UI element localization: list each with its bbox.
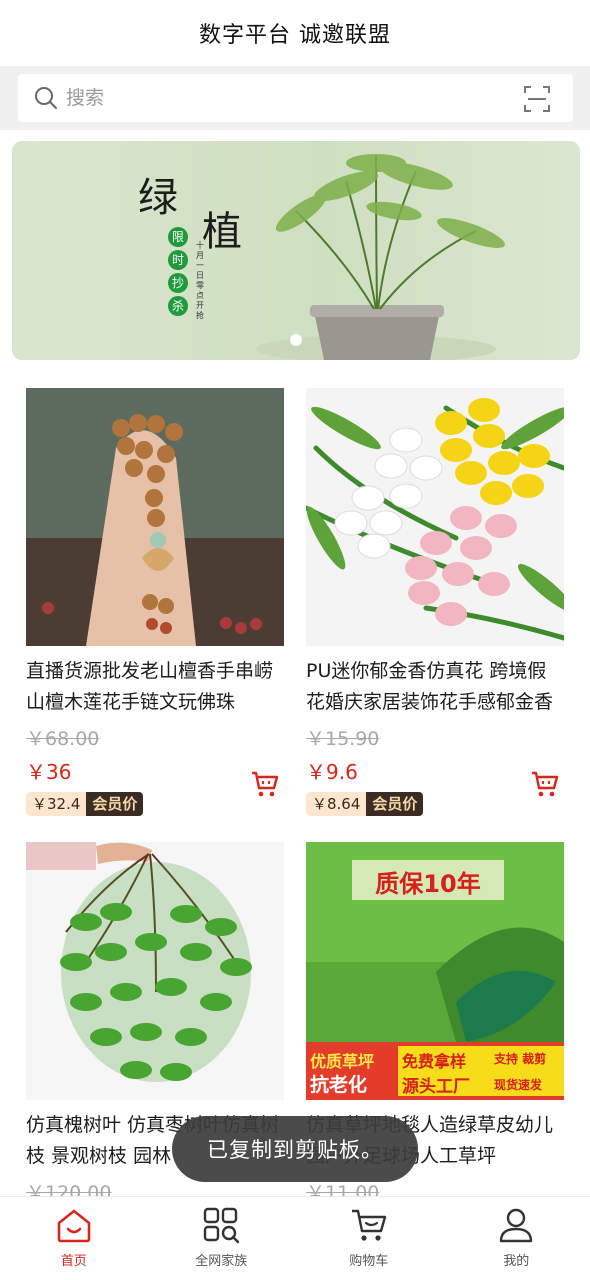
bottom-tab-bar: 首页 全网家族 购物车 我的: [0, 1196, 590, 1280]
original-price: ￥15.90: [306, 728, 380, 750]
tulip-image: [306, 388, 564, 646]
search-input[interactable]: [66, 82, 486, 114]
search-icon: [35, 87, 57, 109]
seal-char: 限: [168, 227, 188, 247]
member-price-label: 会员价: [86, 792, 144, 816]
image-text: 免费拿样: [402, 1052, 467, 1071]
carousel-indicator[interactable]: [290, 334, 302, 346]
banner-subtitle: 十月一日零点开抢: [196, 241, 204, 320]
banner-seal: 限 时 抄 杀: [168, 227, 190, 316]
cart-icon: [351, 1209, 386, 1241]
bracelet-image: [26, 388, 284, 646]
grid-search-icon: [204, 1207, 240, 1244]
tab-label: 购物车: [349, 1254, 389, 1269]
search-bar-container: [0, 66, 590, 130]
member-price-label: 会员价: [366, 792, 424, 816]
tab-cart[interactable]: 购物车: [295, 1197, 443, 1280]
image-text: 源头工厂: [402, 1077, 470, 1097]
sale-price: ￥36: [26, 760, 72, 784]
tab-profile[interactable]: 我的: [443, 1197, 590, 1280]
original-price: ￥68.00: [26, 728, 100, 750]
product-name: PU迷你郁金香仿真花 跨境假花婚庆家居装饰花手感郁金香: [306, 660, 554, 713]
member-price-value: ￥8.64: [306, 792, 367, 816]
tab-label: 首页: [60, 1254, 87, 1269]
seal-char: 时: [168, 250, 188, 270]
image-text: 优质草坪: [310, 1052, 375, 1071]
add-to-cart-icon[interactable]: [250, 770, 280, 798]
tab-label: 我的: [503, 1254, 530, 1269]
promo-banner[interactable]: 绿 植 限 时 抄 杀 十月一日零点开抢: [12, 141, 580, 360]
home-icon: [57, 1209, 91, 1243]
product-image[interactable]: [26, 388, 284, 646]
seal-char: 杀: [168, 296, 188, 316]
image-text: 现货速发: [494, 1078, 543, 1092]
image-text: 质保10年: [375, 870, 481, 898]
product-image[interactable]: [306, 388, 564, 646]
sale-price: ￥9.6: [306, 760, 358, 784]
tab-label: 全网家族: [195, 1254, 248, 1269]
product-image[interactable]: [26, 842, 284, 1100]
image-text: 支持 裁剪: [494, 1052, 547, 1066]
member-price-badge: ￥32.4 会员价: [26, 792, 144, 816]
scan-icon[interactable]: [523, 85, 551, 113]
user-icon: [500, 1208, 533, 1243]
page-title: 数字平台 诚邀联盟: [199, 23, 391, 48]
tab-network-family[interactable]: 全网家族: [148, 1197, 296, 1280]
toast-message: 已复制到剪贴板。: [172, 1116, 418, 1182]
tab-home[interactable]: 首页: [0, 1197, 148, 1280]
product-card[interactable]: 直播货源批发老山檀香手串崂山檀木莲花手链文玩佛珠 ￥68.00 ￥36 ￥32.…: [26, 388, 284, 816]
leaf-branch-image: [26, 842, 284, 1100]
product-name: 直播货源批发老山檀香手串崂山檀木莲花手链文玩佛珠: [26, 660, 274, 713]
add-to-cart-icon[interactable]: [530, 770, 560, 798]
member-price-value: ￥32.4: [26, 792, 87, 816]
seal-char: 抄: [168, 273, 188, 293]
image-text: 抗老化: [310, 1074, 368, 1096]
member-price-badge: ￥8.64 会员价: [306, 792, 424, 816]
banner-title-char-1: 绿: [138, 175, 178, 221]
search-box[interactable]: [18, 74, 573, 122]
potted-plant-image: [256, 154, 505, 360]
product-card[interactable]: PU迷你郁金香仿真花 跨境假花婚庆家居装饰花手感郁金香 ￥15.90 ￥9.6 …: [306, 388, 564, 816]
product-image[interactable]: 质保10年 优质草坪 抗老化 免费拿样 源头工厂 支持 裁剪 现货速发: [306, 842, 564, 1100]
app-header: 数字平台 诚邀联盟: [0, 0, 590, 66]
